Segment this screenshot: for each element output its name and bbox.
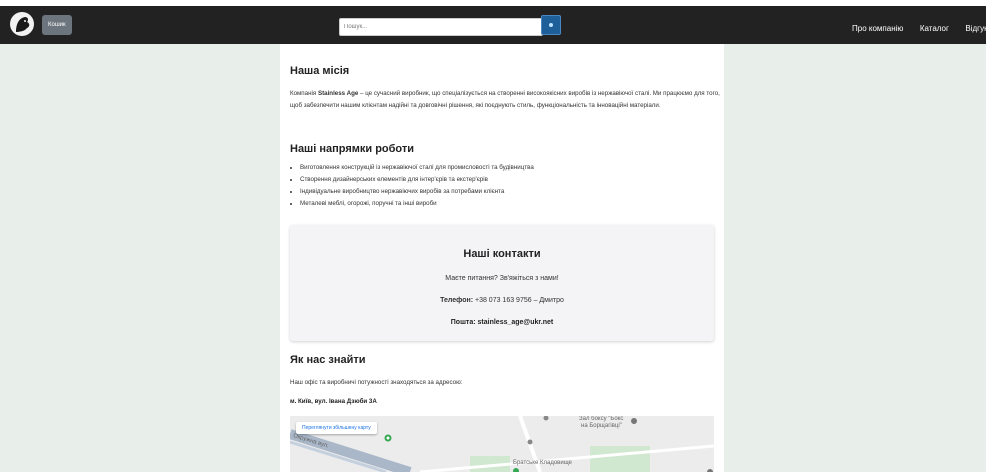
enlarge-map-button[interactable]: Переглянути збільшену карту: [296, 422, 377, 434]
map-label-cemetery: Братське Кладовище: [513, 460, 572, 466]
nav-reviews[interactable]: Відгуки: [965, 24, 986, 33]
list-item: Металеві меблі, огорожі, поручні та інші…: [300, 198, 534, 210]
mission-title: Наша місія: [290, 65, 350, 77]
contacts-card: Наші контакти Маєте питання? Зв'яжіться …: [290, 225, 714, 341]
map[interactable]: Переглянути збільшену карту Зал боксу "Б…: [290, 416, 714, 472]
contacts-phone: Телефон: +38 073 163 9756 – Дмитро: [440, 297, 564, 304]
contacts-title: Наші контакти: [463, 248, 541, 260]
directions-list: Виготовлення конструкцій із нержавіючої …: [290, 162, 534, 210]
navbar: Кошик Про компанію Каталог Відгуки: [0, 6, 986, 44]
search-input[interactable]: [339, 18, 543, 36]
contacts-question: Маєте питання? Зв'яжіться з нами!: [445, 275, 559, 282]
map-label-gym: Зал боксу "Бокс: [579, 416, 624, 422]
nav-links: Про компанію Каталог Відгуки: [852, 18, 986, 36]
search-bar: [339, 15, 561, 36]
search-button[interactable]: [541, 15, 561, 35]
main-content: Наша місія Компанія Stainless Age – це с…: [280, 44, 724, 472]
list-item: Індивідуальне виробництво нержавіючих ви…: [300, 186, 534, 198]
nav-about[interactable]: Про компанію: [852, 24, 903, 33]
nav-catalog[interactable]: Каталог: [920, 24, 949, 33]
location-title: Як нас знайти: [290, 354, 366, 366]
location-text: Наш офіс та виробничі потужності знаходя…: [290, 379, 463, 386]
brand-name: Stainless Age: [317, 90, 359, 97]
mission-text: Компанія Stainless Age – це сучасний вир…: [290, 90, 720, 109]
search-icon: [549, 23, 553, 27]
list-item: Створення дизайнерських елементів для ін…: [300, 174, 534, 186]
list-item: Виготовлення конструкцій із нержавіючої …: [300, 162, 534, 174]
logo-icon[interactable]: [10, 12, 34, 36]
directions-title: Наші напрямки роботи: [290, 143, 415, 155]
address: м. Київ, вул. Івана Дзюби 3А: [290, 398, 377, 405]
contacts-email[interactable]: Пошта: stainless_age@ukr.net: [290, 319, 714, 326]
map-label-gym-2: на Борщагівці": [581, 423, 622, 429]
cart-button[interactable]: Кошик: [42, 15, 72, 35]
